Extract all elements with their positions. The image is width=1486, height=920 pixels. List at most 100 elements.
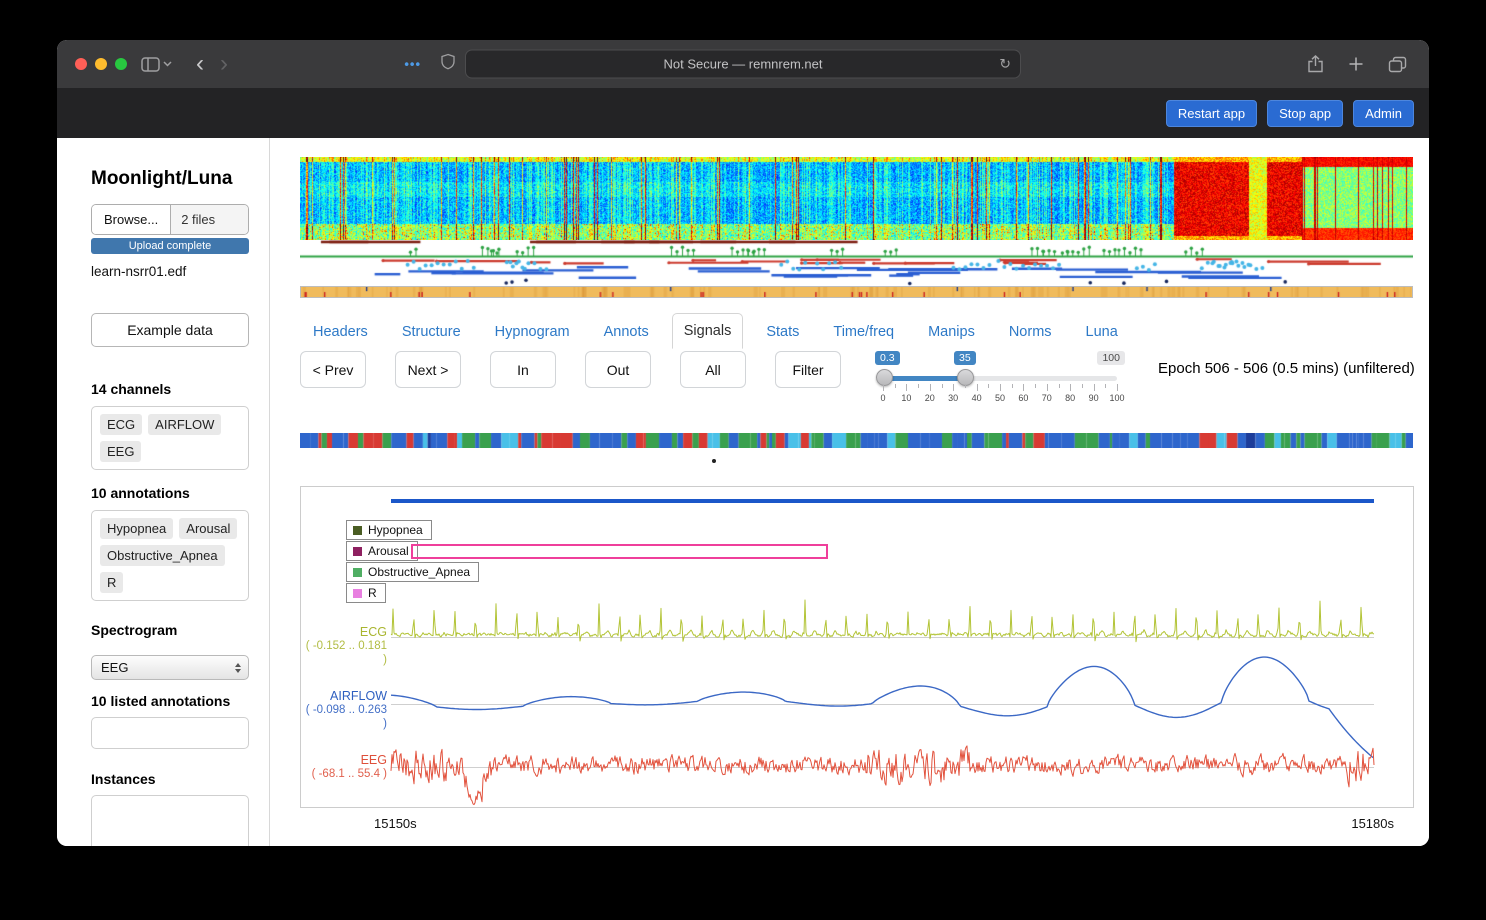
slider-tick-label: 60 <box>1018 393 1028 403</box>
share-icon[interactable] <box>1307 55 1324 73</box>
reload-icon[interactable]: ↻ <box>999 56 1011 73</box>
slider-tick <box>1082 384 1083 388</box>
spectrogram-heading: Spectrogram <box>91 622 249 639</box>
slider-tick <box>1000 384 1001 391</box>
legend-item-r[interactable]: R <box>346 583 386 603</box>
example-data-button[interactable]: Example data <box>91 313 249 347</box>
tab-signals[interactable]: Signals <box>672 313 744 349</box>
url-text: Not Secure — remnrem.net <box>664 57 823 72</box>
annotation-tag-arousal[interactable]: Arousal <box>179 518 237 539</box>
chevron-down-icon <box>163 61 172 67</box>
epoch-color-strip[interactable] <box>300 433 1413 448</box>
minimize-window-button[interactable] <box>95 58 107 70</box>
x-axis-labels: 15150s 15180s <box>300 808 1414 831</box>
new-tab-icon[interactable] <box>1348 56 1364 72</box>
legend-item-obstructive-apnea[interactable]: Obstructive_Apnea <box>346 562 479 582</box>
channels-select-box[interactable]: ECG AIRFLOW EEG <box>91 406 249 470</box>
tab-stats[interactable]: Stats <box>755 315 810 349</box>
frequency-range-slider: 0.3 35 100 0102030405060708090100 <box>875 351 1125 407</box>
stop-app-button[interactable]: Stop app <box>1267 100 1343 127</box>
annotations-heading: 10 annotations <box>91 485 249 502</box>
legend-item-arousal[interactable]: Arousal <box>346 541 418 561</box>
slider-tick <box>883 384 884 391</box>
epoch-status-text: Epoch 506 - 506 (0.5 mins) (unfiltered) <box>1158 360 1415 377</box>
tab-luna[interactable]: Luna <box>1075 315 1129 349</box>
tab-headers[interactable]: Headers <box>302 315 379 349</box>
filter-button[interactable]: Filter <box>775 351 841 388</box>
slider-tick <box>942 384 943 388</box>
legend-swatch <box>353 526 362 535</box>
zoom-in-button[interactable]: In <box>490 351 556 388</box>
instances-list-box[interactable] <box>91 795 249 846</box>
tab-manips[interactable]: Manips <box>917 315 986 349</box>
files-count-label: 2 files <box>171 205 248 234</box>
file-upload-control: Browse... 2 files <box>91 204 249 235</box>
channels-heading: 14 channels <box>91 381 249 398</box>
legend-label: Arousal <box>368 544 409 558</box>
tab-time-freq[interactable]: Time/freq <box>822 315 905 349</box>
forward-button[interactable]: › <box>212 52 236 76</box>
traffic-lights <box>75 58 127 70</box>
tab-structure[interactable]: Structure <box>391 315 472 349</box>
url-bar[interactable]: Not Secure — remnrem.net ↻ <box>465 50 1021 79</box>
slider-tick <box>977 384 978 391</box>
slider-tick <box>895 384 896 388</box>
legend-label: Hypopnea <box>368 523 423 537</box>
slider-handle-low[interactable] <box>876 369 893 386</box>
signals-plot-panel[interactable]: HypopneaArousalObstructive_ApneaR ECG( -… <box>300 486 1414 808</box>
legend-label: R <box>368 586 377 600</box>
sidebar: Moonlight/Luna Browse... 2 files Upload … <box>57 138 270 846</box>
browse-button[interactable]: Browse... <box>92 205 171 234</box>
restart-app-button[interactable]: Restart app <box>1166 100 1257 127</box>
tab-norms[interactable]: Norms <box>998 315 1063 349</box>
channel-tag-airflow[interactable]: AIRFLOW <box>148 414 221 435</box>
prev-button[interactable]: < Prev <box>300 351 366 388</box>
slider-tick-label: 100 <box>1109 393 1124 403</box>
extension-icon[interactable]: ••• <box>404 57 421 72</box>
tab-overview-icon[interactable] <box>1388 56 1407 73</box>
slider-max-label: 100 <box>1097 351 1125 365</box>
slider-tick <box>1070 384 1071 391</box>
slider-tick <box>1035 384 1036 388</box>
channel-tag-ecg[interactable]: ECG <box>100 414 142 435</box>
legend-swatch <box>353 589 362 598</box>
listed-annotations-input[interactable] <box>91 717 249 749</box>
admin-button[interactable]: Admin <box>1353 100 1414 127</box>
instances-heading: Instances <box>91 771 249 788</box>
spectrogram-channel-select[interactable]: EEG <box>91 655 249 680</box>
browser-chrome: ‹ › ••• Not Secure — remnrem.net ↻ <box>57 40 1429 88</box>
signal-label-airflow: AIRFLOW( -0.098 .. 0.263 ) <box>301 689 387 731</box>
slider-tick <box>1012 384 1013 388</box>
x-end-label: 15180s <box>1351 816 1394 831</box>
busy-indicator-dot <box>712 459 716 463</box>
slider-high-badge: 35 <box>954 351 976 365</box>
tab-hypnogram[interactable]: Hypnogram <box>484 315 581 349</box>
slider-tick-label: 40 <box>972 393 982 403</box>
zoom-out-button[interactable]: Out <box>585 351 651 388</box>
legend-swatch <box>353 568 362 577</box>
slider-tick-label: 70 <box>1042 393 1052 403</box>
annotations-select-box[interactable]: Hypopnea Arousal Obstructive_Apnea R <box>91 510 249 601</box>
spectrogram-plot[interactable] <box>300 157 1413 240</box>
annotation-tag-r[interactable]: R <box>100 572 123 593</box>
hypnogram-strip[interactable] <box>300 286 1413 298</box>
annotation-tag-obstructive-apnea[interactable]: Obstructive_Apnea <box>100 545 225 566</box>
all-button[interactable]: All <box>680 351 746 388</box>
privacy-shield-icon[interactable] <box>441 54 455 75</box>
zoom-window-button[interactable] <box>115 58 127 70</box>
slider-fill <box>884 376 965 381</box>
appbar-buttons: Restart app Stop app Admin <box>1166 100 1414 127</box>
sidebar-icon <box>141 57 160 72</box>
slider-tick <box>988 384 989 388</box>
sidebar-toggle-button[interactable] <box>141 57 172 72</box>
annotation-tracks-plot[interactable] <box>300 240 1413 286</box>
tab-annots[interactable]: Annots <box>593 315 660 349</box>
legend-item-hypopnea[interactable]: Hypopnea <box>346 520 432 540</box>
annotation-tag-hypopnea[interactable]: Hypopnea <box>100 518 173 539</box>
back-button[interactable]: ‹ <box>188 52 212 76</box>
slider-tick <box>1047 384 1048 391</box>
channel-tag-eeg[interactable]: EEG <box>100 441 141 462</box>
close-window-button[interactable] <box>75 58 87 70</box>
slider-tick <box>1094 384 1095 391</box>
next-button[interactable]: Next > <box>395 351 461 388</box>
